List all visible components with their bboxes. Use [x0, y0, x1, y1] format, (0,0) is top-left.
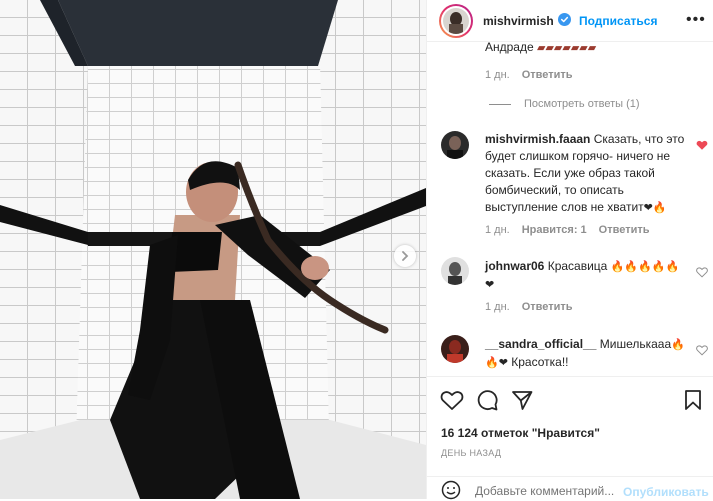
like-heart-icon[interactable] — [440, 389, 464, 411]
comment-meta: 1 дн. Ответить — [485, 69, 573, 81]
publish-button[interactable]: Опубликовать — [623, 485, 709, 499]
comment-emoji: ❤🔥 — [643, 202, 667, 214]
post-date: ДЕНЬ НАЗАД — [441, 448, 502, 458]
photo-image — [0, 0, 426, 499]
comment-text: Красавица — [547, 259, 608, 273]
share-icon[interactable] — [511, 389, 533, 411]
post-photo[interactable] — [0, 0, 426, 499]
post-sidebar: mishvirmish Подписаться ••• Андраде ▰▰▰▰… — [426, 0, 713, 500]
avatar[interactable] — [441, 131, 469, 159]
comment-text: Красотка!! — [511, 355, 569, 369]
story-ring[interactable] — [439, 4, 473, 38]
chevron-right-icon — [402, 251, 409, 261]
emoji-icon[interactable] — [441, 480, 461, 500]
comment-item: johnwar06 Красавица 🔥🔥🔥🔥🔥❤ — [485, 258, 685, 294]
avatar[interactable] — [441, 257, 469, 285]
post-actions: 16 124 отметок "Нравится" ДЕНЬ НАЗАД Опу… — [427, 376, 713, 500]
avatar — [443, 8, 469, 34]
comment-likes-count[interactable]: Нравится: 1 — [522, 224, 587, 236]
comment-item: __sandra_official__ Мишелькааа🔥🔥❤ Красот… — [485, 336, 685, 372]
post-author-username[interactable]: mishvirmish — [483, 14, 554, 28]
post-header: mishvirmish Подписаться ••• — [427, 0, 713, 42]
comment-item: mishvirmish.faaan Сказать, что это будет… — [485, 131, 685, 217]
heart-icon[interactable] — [696, 344, 708, 356]
reply-button[interactable]: Ответить — [522, 69, 573, 81]
bookmark-icon[interactable] — [684, 389, 702, 411]
comment-username[interactable]: __sandra_official__ — [485, 337, 596, 351]
comment-username[interactable]: johnwar06 — [485, 259, 544, 273]
liked-heart-icon[interactable] — [696, 139, 708, 151]
comment-text-cut: Андраде ▰▰▰▰▰▰▰ — [485, 42, 597, 54]
follow-button[interactable]: Подписаться — [579, 14, 657, 28]
next-photo-button[interactable] — [394, 245, 416, 267]
replies-divider — [489, 104, 511, 105]
add-comment-bar: Опубликовать — [427, 476, 713, 501]
comment-username[interactable]: mishvirmish.faaan — [485, 132, 590, 146]
comment-meta: 1 дн. Нравится: 1 Ответить — [485, 224, 650, 236]
comment-text: Мишелькааа — [599, 337, 672, 351]
likes-count[interactable]: 16 124 отметок "Нравится" — [441, 426, 600, 440]
avatar[interactable] — [441, 335, 469, 363]
more-options-icon[interactable]: ••• — [686, 11, 706, 29]
comment-meta: 1 дн. Ответить — [485, 301, 573, 313]
comments-list[interactable]: Андраде ▰▰▰▰▰▰▰ 1 дн. Ответить Посмотреть… — [427, 42, 713, 376]
comment-icon[interactable] — [476, 389, 498, 411]
verified-badge-icon — [558, 13, 571, 26]
reply-button[interactable]: Ответить — [522, 301, 573, 313]
heart-icon[interactable] — [696, 266, 708, 278]
view-replies-button[interactable]: Посмотреть ответы (1) — [524, 98, 640, 110]
reply-button[interactable]: Ответить — [599, 224, 650, 236]
add-comment-input[interactable] — [475, 484, 635, 498]
